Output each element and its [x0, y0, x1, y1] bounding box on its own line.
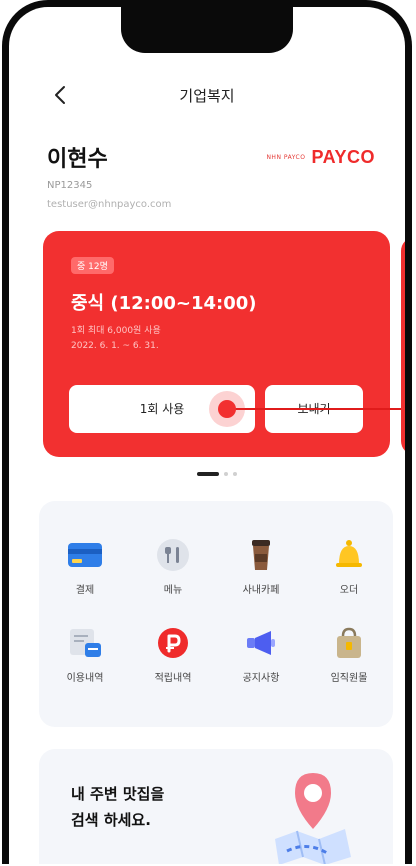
megaphone-icon: [241, 625, 281, 661]
swipe-gesture-line: [227, 408, 405, 410]
meal-title: 중식 (12:00~14:00): [71, 293, 257, 314]
bell-icon: [329, 537, 369, 573]
page-title: 기업복지: [179, 87, 235, 105]
promo-title-line1: 내 주변 맛집을: [71, 785, 165, 803]
menu-label: 적립내역: [154, 673, 192, 684]
tap-indicator-dot: [218, 400, 236, 418]
coffee-cup-icon: [241, 537, 281, 573]
shopping-bag-icon: [329, 625, 369, 661]
employee-id: NP12345: [47, 180, 93, 191]
utensils-icon: [153, 537, 193, 573]
point-icon: [153, 625, 193, 661]
carousel-dot: [224, 472, 228, 476]
menu-item-usage-history[interactable]: 이용내역: [45, 625, 125, 684]
receipt-icon: [65, 625, 105, 661]
menu-item-point-history[interactable]: 적립내역: [133, 625, 213, 684]
menu-item-employee-mall[interactable]: 임직원몰: [309, 625, 389, 684]
meal-period: 2022. 6. 1. ~ 6. 31.: [71, 341, 159, 351]
carousel-dot: [233, 472, 237, 476]
brand-logo: NHN PAYCO PAYCO: [266, 147, 375, 168]
menu-label: 오더: [339, 585, 359, 596]
user-name: 이현수: [47, 147, 108, 172]
menu-label: 이용내역: [66, 673, 104, 684]
meal-limit: 1회 최대 6,000원 사용: [71, 326, 161, 336]
menu-label: 임직원몰: [330, 673, 368, 684]
quick-menu: 결제 메뉴 사내카페 오더 이용내역 적립내역 공지사항 임직원몰: [39, 501, 393, 727]
menu-label: 결제: [75, 585, 95, 596]
promo-title-line2: 검색 하세요.: [71, 811, 151, 829]
menu-item-cafe[interactable]: 사내카페: [221, 537, 301, 596]
notch: [121, 7, 293, 53]
status-badge: 중 12명: [71, 257, 114, 274]
user-email: testuser@nhnpayco.com: [47, 199, 172, 210]
brand-name: PAYCO: [311, 147, 375, 167]
meal-ticket-card[interactable]: 중 12명 중식 (12:00~14:00) 1회 최대 6,000원 사용 2…: [43, 231, 405, 457]
menu-item-notice[interactable]: 공지사항: [221, 625, 301, 684]
carousel-dot-active: [197, 472, 219, 476]
carousel-indicator: [197, 472, 237, 476]
menu-label: 공지사항: [242, 673, 280, 684]
menu-label: 사내카페: [242, 585, 280, 596]
menu-item-payment[interactable]: 결제: [45, 537, 125, 596]
next-card-peek[interactable]: [401, 237, 405, 455]
menu-label: 메뉴: [163, 585, 183, 596]
map-pin-icon: [267, 767, 357, 864]
menu-item-order[interactable]: 오더: [309, 537, 389, 596]
nearby-restaurant-banner[interactable]: 내 주변 맛집을 검색 하세요.: [39, 749, 393, 864]
phone-frame: 기업복지 이현수 NP12345 testuser@nhnpayco.com N…: [2, 0, 412, 864]
menu-item-menu[interactable]: 메뉴: [133, 537, 213, 596]
brand-subtitle: NHN PAYCO: [266, 154, 306, 161]
card-icon: [65, 537, 105, 573]
